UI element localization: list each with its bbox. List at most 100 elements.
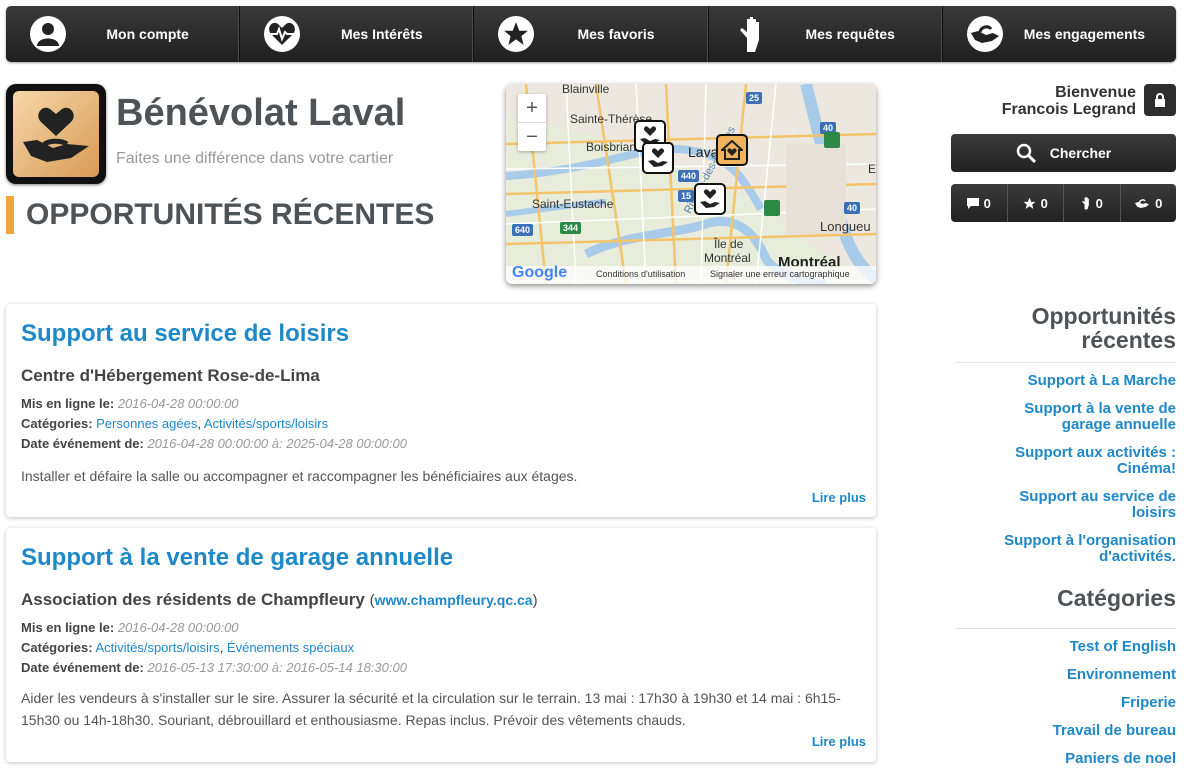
site-logo[interactable]	[6, 84, 106, 184]
logout-button[interactable]	[1144, 84, 1176, 116]
map-label-saint-eustache: Saint-Eustache	[532, 197, 614, 211]
opportunity-meta: Mis en ligne le: 2016-04-28 00:00:00 Cat…	[21, 396, 407, 451]
highway-shield: 640	[512, 224, 534, 236]
map-label-ile-montreal: Montréal	[704, 251, 751, 265]
counter-value: 0	[1040, 195, 1048, 211]
site-title: Bénévolat Laval	[116, 92, 406, 134]
event-label: Date événement de:	[21, 436, 144, 451]
opportunity-title[interactable]: Support à la vente de garage annuelle	[21, 544, 453, 572]
map-marker-home[interactable]	[716, 134, 748, 166]
read-more-link[interactable]: Lire plus	[812, 490, 866, 505]
sidebar-recent-link[interactable]: Support à l'organisation d'activités.	[1004, 533, 1176, 565]
sidebar-category-link[interactable]: Test of English	[1070, 639, 1176, 655]
highway-shield: 40	[844, 202, 861, 214]
categories-label: Catégories:	[21, 416, 93, 431]
category-link[interactable]: Activités/sports/loisirs	[204, 416, 328, 431]
highway-shield: 440	[678, 170, 700, 182]
nav-label: Mes engagements	[1023, 26, 1146, 42]
google-logo: Google	[512, 264, 568, 281]
engagements-counter[interactable]: 0	[1121, 184, 1177, 222]
event-label: Date événement de:	[21, 660, 144, 675]
divider	[956, 362, 1176, 363]
map[interactable]: + − Blainville Sainte-Thérèse Boisbriand…	[506, 84, 876, 284]
nav-mes-interets[interactable]: Mes Intérêts	[240, 6, 475, 62]
user-icon	[30, 16, 66, 52]
categories-label: Catégories:	[21, 640, 93, 655]
organization-heading: Association des résidents de Champfleury…	[21, 590, 538, 609]
sidebar-recent-link[interactable]: Support aux activités : Cinéma!	[1015, 445, 1176, 477]
sidebar-recent-link[interactable]: Support au service de loisirs	[1019, 489, 1176, 521]
search-button-label: Chercher	[1049, 145, 1112, 161]
main-nav: Mon compte Mes Intérêts Mes favoris Mes …	[6, 6, 1176, 62]
map-zoom-in-button[interactable]: +	[518, 94, 546, 123]
category-link[interactable]: Activités/sports/loisirs	[95, 640, 219, 655]
map-zoom-out-button[interactable]: −	[518, 123, 546, 151]
park-icon	[824, 132, 840, 148]
hand-icon	[1081, 196, 1089, 210]
comments-counter[interactable]: 0	[951, 184, 1008, 222]
organization-name: Association des résidents de Champfleury	[21, 590, 365, 609]
handshake-icon	[1135, 198, 1150, 208]
nav-mes-engagements[interactable]: Mes engagements	[943, 6, 1176, 62]
counter-value: 0	[1095, 195, 1103, 211]
park-icon	[764, 200, 780, 216]
map-label-blainville: Blainville	[562, 84, 610, 96]
link-line: Support à l'organisation	[1004, 532, 1176, 549]
sidebar-category-link[interactable]: Environnement	[1067, 667, 1176, 683]
opportunity-card: Support au service de loisirs Centre d'H…	[6, 304, 876, 517]
heart-hand-icon	[648, 148, 668, 167]
user-name: Francois Legrand	[1001, 101, 1136, 118]
posted-label: Mis en ligne le:	[21, 396, 115, 411]
link-line: garage annuelle	[1061, 416, 1176, 433]
link-line: Support aux activités :	[1015, 444, 1176, 461]
site-tagline: Faites une différence dans votre cartier	[116, 150, 394, 167]
map-report-link[interactable]: Signaler une erreur cartographique	[710, 269, 850, 279]
organization-website-link[interactable]: www.champfleury.qc.ca	[375, 592, 533, 608]
nav-mes-requetes[interactable]: Mes requêtes	[709, 6, 943, 62]
map-zoom-control: + −	[518, 94, 546, 151]
category-link[interactable]: Personnes agées	[96, 416, 197, 431]
nav-label: Mes Intérêts	[340, 26, 423, 42]
category-link[interactable]: Événements spéciaux	[227, 640, 354, 655]
star-icon	[498, 16, 535, 52]
posted-date: 2016-04-28 00:00:00	[117, 396, 239, 411]
nav-label: Mes favoris	[577, 26, 655, 42]
sidebar-recent-link[interactable]: Support à La Marche	[1028, 373, 1176, 389]
counter-value: 0	[983, 195, 991, 211]
nav-label: Mes requêtes	[805, 26, 895, 42]
sidebar-category-link[interactable]: Paniers de noel	[1065, 751, 1176, 767]
opportunity-card: Support à la vente de garage annuelle As…	[6, 528, 876, 762]
posted-date: 2016-04-28 00:00:00	[117, 620, 239, 635]
requests-counter[interactable]: 0	[1064, 184, 1121, 222]
divider	[956, 628, 1176, 629]
highway-shield: 25	[746, 92, 763, 104]
counter-bar: 0 0 0 0	[951, 184, 1176, 222]
opportunity-title[interactable]: Support au service de loisirs	[21, 320, 349, 348]
lock-icon	[1155, 93, 1165, 107]
link-line: Cinéma!	[1116, 460, 1176, 477]
house-heart-icon	[721, 140, 743, 160]
map-marker[interactable]	[642, 142, 674, 174]
sidebar-recent-heading: Opportunités récentes	[1032, 304, 1176, 352]
sidebar-category-link[interactable]: Travail de bureau	[1053, 723, 1176, 739]
opportunity-meta: Mis en ligne le: 2016-04-28 00:00:00 Cat…	[21, 620, 407, 675]
nav-mon-compte[interactable]: Mon compte	[6, 6, 241, 62]
read-more-link[interactable]: Lire plus	[812, 734, 866, 749]
highway-shield: 15	[678, 190, 695, 202]
map-marker[interactable]	[694, 183, 726, 215]
link-line: Support à La Marche	[1027, 372, 1176, 389]
welcome-label: Bienvenue	[1055, 84, 1136, 101]
search-button[interactable]: Chercher	[951, 134, 1176, 172]
organization-name: Centre d'Hébergement Rose-de-Lima	[21, 366, 320, 385]
comment-icon	[966, 197, 979, 209]
map-footer: Google Conditions d'utilisation Signaler…	[506, 264, 876, 284]
sidebar-recent-link[interactable]: Support à la vente de garage annuelle	[1024, 401, 1176, 433]
link-line: Support à la vente de	[1024, 400, 1176, 417]
sidebar-category-link[interactable]: Friperie	[1121, 695, 1176, 711]
link-line: Support au service de	[1019, 488, 1176, 505]
map-terms-link[interactable]: Conditions d'utilisation	[596, 269, 685, 279]
link-line: d'activités.	[1099, 548, 1176, 565]
nav-mes-favoris[interactable]: Mes favoris	[474, 6, 709, 62]
highway-shield: 344	[560, 222, 582, 234]
favorites-counter[interactable]: 0	[1008, 184, 1064, 222]
